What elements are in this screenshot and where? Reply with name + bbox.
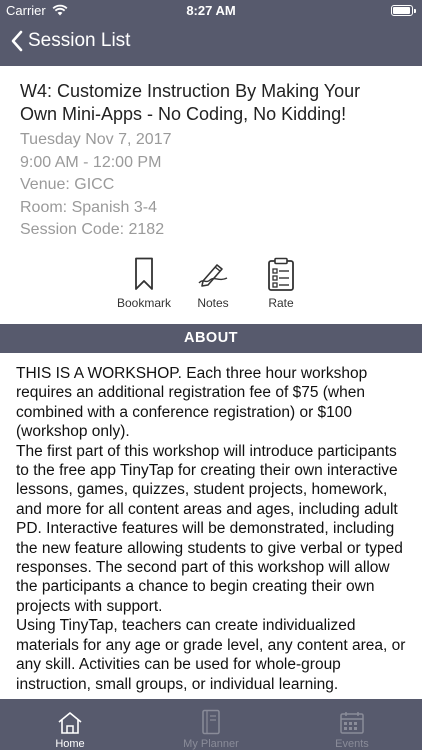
nav-bar: Session List — [0, 22, 422, 66]
about-paragraph: The first part of this workshop will int… — [16, 442, 403, 615]
tab-my-planner[interactable]: My Planner — [141, 699, 281, 750]
calendar-icon — [282, 699, 422, 735]
about-heading: ABOUT — [0, 324, 422, 353]
tab-bar: Home My Planner Events — [0, 699, 422, 750]
about-paragraph: THIS IS A WORKSHOP. Each three hour work… — [16, 365, 368, 441]
session-date: Tuesday Nov 7, 2017 — [20, 131, 172, 148]
battery-icon — [391, 5, 416, 16]
home-icon — [0, 699, 140, 735]
about-paragraph: Using TinyTap, teachers can create indiv… — [16, 617, 406, 693]
tab-home-label: Home — [55, 738, 85, 750]
back-button[interactable]: Session List — [10, 30, 130, 52]
clipboard-icon — [241, 256, 321, 292]
bookmark-label: Bookmark — [116, 296, 172, 310]
session-venue: Venue: GICC — [20, 176, 115, 193]
rate-label: Rate — [268, 296, 294, 310]
about-text[interactable]: THIS IS A WORKSHOP. Each three hour work… — [16, 364, 412, 699]
chevron-left-icon — [11, 30, 23, 52]
tab-home[interactable]: Home — [0, 699, 140, 750]
tab-my-planner-label: My Planner — [183, 738, 239, 750]
session-time: 9:00 AM - 12:00 PM — [20, 153, 162, 171]
planner-icon — [141, 699, 281, 735]
back-label: Session List — [28, 30, 131, 51]
session-room: Room: Spanish 3-4 — [20, 198, 157, 216]
status-time: 8:27 AM — [186, 3, 236, 18]
session-title: W4: Customize Instruction By Making Your… — [20, 81, 361, 124]
status-bar: Carrier 8:27 AM — [0, 0, 422, 22]
session-code: Session Code: 2182 — [20, 221, 165, 238]
rate-button[interactable]: Rate — [241, 256, 321, 310]
tab-events[interactable]: Events — [282, 699, 422, 750]
session-header: W4: Customize Instruction By Making Your… — [0, 66, 422, 242]
action-row: Bookmark Notes Rate — [0, 256, 422, 316]
bookmark-icon — [104, 256, 184, 292]
tab-events-label: Events — [335, 738, 369, 750]
bookmark-button[interactable]: Bookmark — [104, 256, 184, 310]
